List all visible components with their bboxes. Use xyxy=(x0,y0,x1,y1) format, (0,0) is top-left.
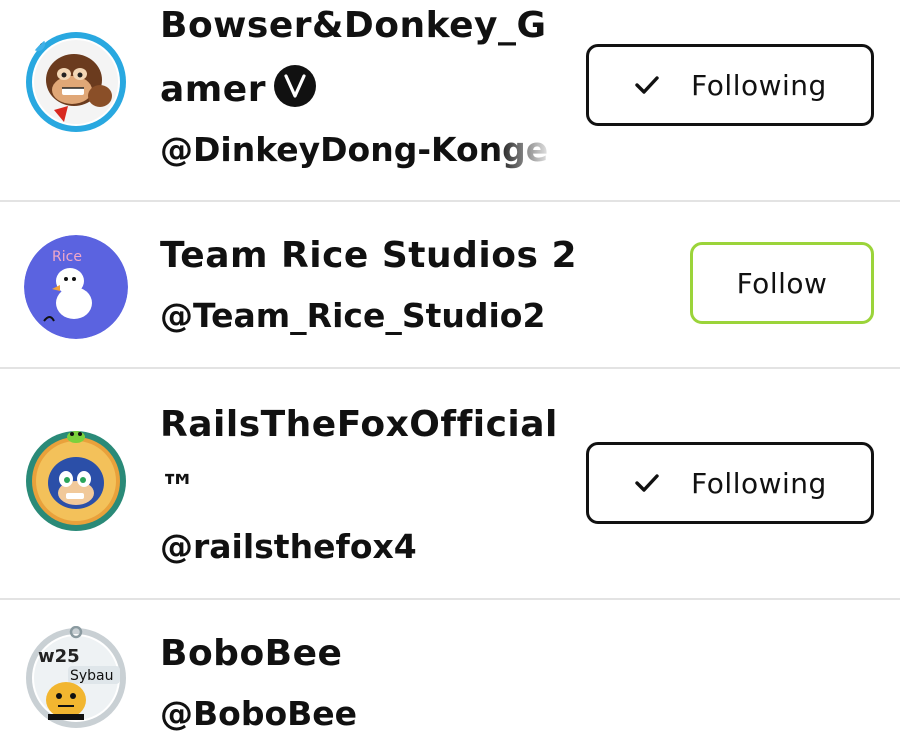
user-handle[interactable]: @BoboBee xyxy=(160,692,555,736)
blue-fox-avatar-icon xyxy=(26,431,126,531)
bee-avatar[interactable]: w25 Sybau xyxy=(24,626,128,730)
following-list: Bowser&Donkey_Gamer @DinkeyDong-Konge Fo… xyxy=(0,0,900,746)
following-button[interactable]: Following xyxy=(586,44,874,126)
checkmark-icon xyxy=(635,474,659,492)
user-row[interactable]: w25 Sybau BoboBee @BoboBee xyxy=(0,600,900,746)
avatar-text: Rice xyxy=(52,249,82,265)
user-handle[interactable]: @railsthefox4 xyxy=(160,525,555,569)
donkey-kong-avatar[interactable] xyxy=(24,30,128,134)
user-row[interactable]: Bowser&Donkey_Gamer @DinkeyDong-Konge Fo… xyxy=(0,0,900,202)
user-display-name[interactable]: Team Rice Studios 2 xyxy=(160,224,577,288)
user-row[interactable]: Rice Team Rice Studios 2 @Team_Rice_Stud… xyxy=(0,202,900,369)
user-handle[interactable]: @DinkeyDong-Konge xyxy=(160,128,555,172)
user-display-name[interactable]: BoboBee xyxy=(160,622,570,686)
user-display-name[interactable]: Bowser&Donkey_Gamer xyxy=(160,0,570,122)
following-button-label: Following xyxy=(691,466,827,500)
user-name-text: Bowser&Donkey_Gamer xyxy=(160,5,547,110)
verified-badge-icon xyxy=(273,65,316,107)
user-row[interactable]: RailsTheFoxOfficial™ @railsthefox4 Follo… xyxy=(0,369,900,600)
checkmark-icon xyxy=(635,76,659,94)
follow-button[interactable]: Follow xyxy=(690,242,874,324)
following-button[interactable]: Following xyxy=(586,442,874,524)
user-display-name[interactable]: RailsTheFoxOfficial™ xyxy=(160,393,570,521)
avatar-text: Sybau xyxy=(70,668,114,684)
follow-button-label: Follow xyxy=(736,266,828,300)
bee-avatar-icon: w25 Sybau xyxy=(26,626,126,728)
svg-text:w25: w25 xyxy=(38,646,80,667)
blue-fox-avatar[interactable] xyxy=(24,429,128,533)
white-bird-avatar[interactable]: Rice xyxy=(24,235,128,339)
donkey-kong-avatar-icon xyxy=(26,32,126,132)
following-button-label: Following xyxy=(691,68,827,102)
user-handle[interactable]: @Team_Rice_Studio2 xyxy=(160,294,555,338)
white-bird-avatar-icon: Rice xyxy=(24,235,128,339)
